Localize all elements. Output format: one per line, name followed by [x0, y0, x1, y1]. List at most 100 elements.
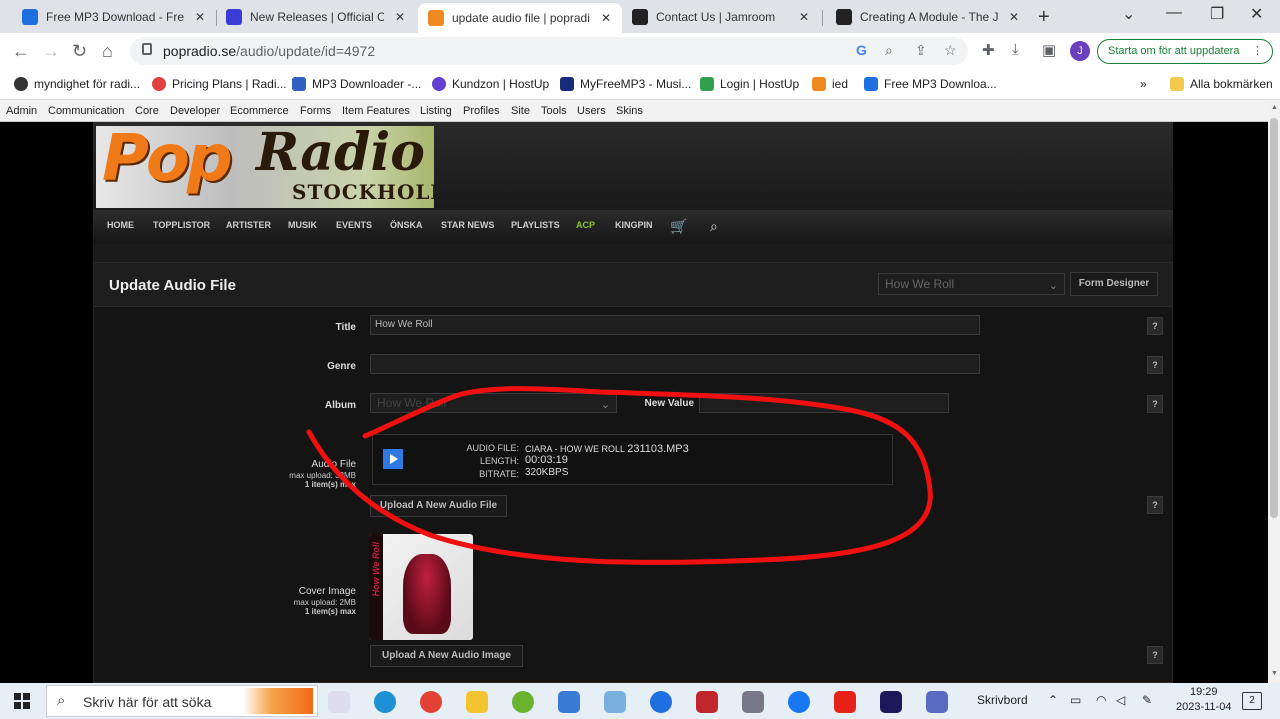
admin-menu-tools[interactable]: Tools [541, 105, 567, 117]
minimize-button[interactable]: — [1166, 4, 1182, 22]
tab-free-mp3[interactable]: Free MP3 Download - Free 320 ✕ [12, 4, 216, 30]
new-tab-button[interactable]: + [1038, 6, 1050, 29]
chrome-icon[interactable] [420, 691, 442, 713]
youtube-icon[interactable] [834, 691, 856, 713]
nav-star-news[interactable]: STAR NEWS [441, 220, 494, 230]
calculator-icon[interactable] [742, 691, 764, 713]
play-icon[interactable] [383, 449, 403, 469]
bookmark-item[interactable]: MyFreeMP3 - Musi... [560, 77, 691, 91]
zoom-icon[interactable]: ⌕ [885, 42, 893, 59]
admin-menu-admin[interactable]: Admin [6, 105, 37, 117]
tab-creating-module[interactable]: Creating A Module - The Jam ✕ [826, 4, 1030, 30]
album-select[interactable]: How We Roll ⌄ [370, 393, 617, 413]
app-icon[interactable] [558, 691, 580, 713]
close-window-button[interactable]: ✕ [1250, 4, 1263, 24]
bookmark-item[interactable]: Free MP3 Downloa... [864, 77, 997, 91]
update-button[interactable]: Starta om för att uppdatera ⋮ [1097, 39, 1273, 64]
app-icon[interactable] [604, 691, 626, 713]
side-panel-icon[interactable]: ▣ [1042, 41, 1056, 59]
nav-artister[interactable]: ARTISTER [226, 220, 271, 230]
nav-onska[interactable]: ÖNSKA [390, 220, 423, 230]
app-icon[interactable] [650, 691, 672, 713]
admin-menu-core[interactable]: Core [135, 105, 159, 117]
help-title-button[interactable]: ? [1147, 317, 1163, 335]
search-icon[interactable]: ⌕ [710, 218, 718, 235]
taskbar-search[interactable]: ⌕ Skriv här för att söka [46, 685, 318, 717]
admin-menu-listing[interactable]: Listing [420, 105, 452, 117]
genre-field[interactable] [370, 354, 980, 374]
close-tab-icon[interactable]: ✕ [392, 10, 408, 24]
admin-menu-communication[interactable]: Communication [48, 105, 124, 117]
nav-events[interactable]: EVENTS [336, 220, 372, 230]
new-value-field[interactable] [699, 393, 949, 413]
pen-icon[interactable]: ✎ [1142, 693, 1152, 707]
reload-icon[interactable]: ↻ [72, 41, 87, 62]
upload-image-button[interactable]: Upload A New Audio Image [370, 645, 523, 667]
help-genre-button[interactable]: ? [1147, 356, 1163, 374]
share-icon[interactable]: ⇪ [915, 42, 927, 59]
tab-new-releases[interactable]: New Releases | Official Charts ✕ [216, 4, 416, 30]
chevron-up-icon[interactable]: ⌃ [1048, 693, 1058, 707]
notifications-icon[interactable]: 2 [1242, 692, 1262, 710]
filezilla-icon[interactable] [696, 691, 718, 713]
scrollbar-thumb[interactable] [1270, 118, 1278, 518]
bookmark-item[interactable]: Kundzon | HostUp [432, 77, 549, 91]
forward-icon[interactable]: → [42, 41, 60, 62]
edge-icon[interactable] [374, 691, 396, 713]
help-album-button[interactable]: ? [1147, 395, 1163, 413]
volume-icon[interactable]: ◁ [1116, 693, 1125, 707]
desktop-label[interactable]: Skrivbord [977, 693, 1028, 707]
bookmark-star-icon[interactable]: ☆ [944, 42, 957, 59]
bookmark-item[interactable]: ied [812, 77, 848, 91]
nav-playlists[interactable]: PLAYLISTS [511, 220, 560, 230]
upload-audio-button[interactable]: Upload A New Audio File [370, 495, 507, 517]
nav-musik[interactable]: MUSIK [288, 220, 317, 230]
battery-icon[interactable]: ▭ [1070, 693, 1081, 707]
app-icon[interactable] [880, 691, 902, 713]
windows-start-icon[interactable] [14, 693, 30, 709]
close-tab-icon[interactable]: ✕ [1006, 10, 1022, 24]
form-designer-button[interactable]: Form Designer [1070, 272, 1158, 296]
help-cover-button[interactable]: ? [1147, 646, 1163, 664]
download-icon[interactable]: ⤓ [1012, 41, 1019, 58]
wifi-icon[interactable]: ◠ [1096, 693, 1106, 707]
help-audio-button[interactable]: ? [1147, 496, 1163, 514]
admin-menu-profiles[interactable]: Profiles [463, 105, 500, 117]
facebook-icon[interactable] [788, 691, 810, 713]
admin-menu-skins[interactable]: Skins [616, 105, 643, 117]
app-icon[interactable] [926, 691, 948, 713]
nav-topplistor[interactable]: TOPPLISTOR [153, 220, 210, 230]
task-view-icon[interactable] [328, 691, 350, 713]
all-bookmarks[interactable]: Alla bokmärken [1170, 77, 1273, 91]
home-icon[interactable]: ⌂ [102, 41, 113, 62]
bookmark-item[interactable]: myndighet för radi... [14, 77, 140, 91]
back-icon[interactable]: ← [12, 41, 30, 62]
item-select[interactable]: How We Roll ⌄ [878, 273, 1065, 295]
address-bar[interactable]: popradio.se/audio/update/id=4972 G ⌕ ⇪ ☆ [130, 37, 968, 65]
cart-icon[interactable]: 🛒 [670, 218, 687, 235]
profile-avatar[interactable]: J [1070, 41, 1090, 61]
site-logo[interactable]: Pop Radio STOCKHOLM [96, 126, 434, 208]
nav-acp[interactable]: ACP [576, 220, 595, 230]
admin-menu-forms[interactable]: Forms [300, 105, 331, 117]
tab-search-icon[interactable]: ⌄ [1122, 4, 1135, 24]
bookmark-item[interactable]: Pricing Plans | Radi... [152, 77, 287, 91]
extensions-icon[interactable]: ✚ [982, 41, 995, 59]
title-field[interactable]: How We Roll [370, 315, 980, 335]
close-tab-icon[interactable]: ✕ [796, 10, 812, 24]
more-bookmarks-icon[interactable]: » [1140, 77, 1147, 91]
bookmark-item[interactable]: Login | HostUp [700, 77, 799, 91]
restore-button[interactable]: ❐ [1210, 4, 1224, 24]
tab-contact-us[interactable]: Contact Us | Jamroom ✕ [622, 4, 820, 30]
app-icon[interactable] [512, 691, 534, 713]
nav-home[interactable]: HOME [107, 220, 134, 230]
close-tab-icon[interactable]: ✕ [192, 10, 208, 24]
admin-menu-ecommerce[interactable]: Ecommerce [230, 105, 289, 117]
close-tab-icon[interactable]: ✕ [598, 11, 614, 25]
page-scrollbar[interactable]: ▲ ▼ [1268, 100, 1280, 683]
bookmark-item[interactable]: MP3 Downloader -... [292, 77, 421, 91]
taskbar-clock[interactable]: 19:29 2023-11-04 [1176, 685, 1231, 715]
admin-menu-item-features[interactable]: Item Features [342, 105, 410, 117]
nav-kingpin[interactable]: KINGPIN [615, 220, 653, 230]
file-explorer-icon[interactable] [466, 691, 488, 713]
